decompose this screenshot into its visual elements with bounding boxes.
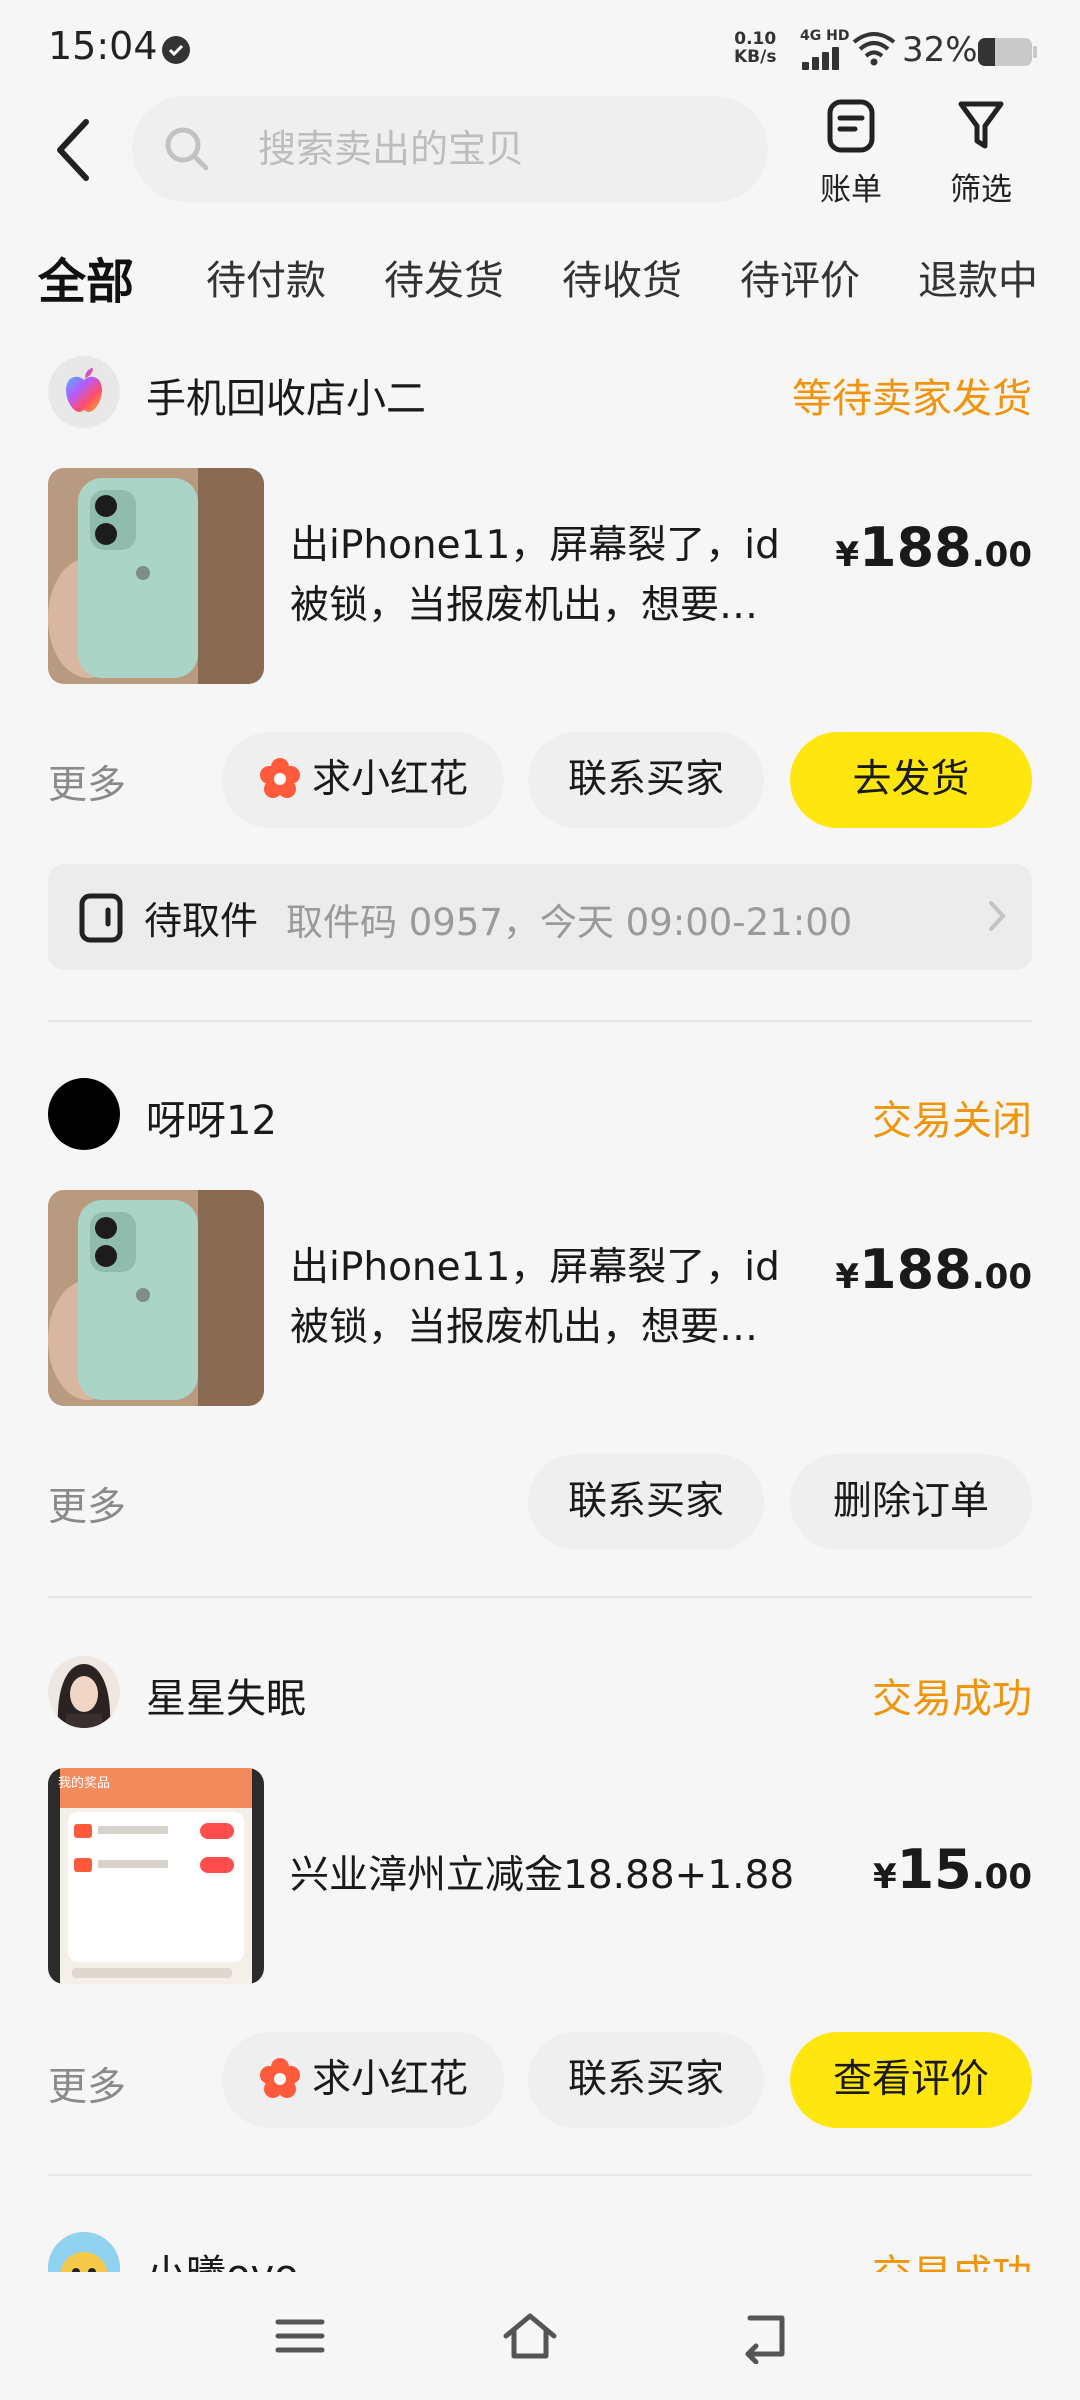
network-speed-unit: KB/s bbox=[734, 47, 777, 67]
price-currency: ¥ bbox=[835, 535, 860, 575]
item-title-line: 出iPhone11，屏幕裂了，id bbox=[290, 1245, 780, 1290]
pickup-bar[interactable]: 待取件 取件码 0957，今天 09:00-21:00 bbox=[48, 864, 1032, 970]
item-thumbnail[interactable] bbox=[48, 468, 264, 684]
battery-icon bbox=[978, 38, 1032, 66]
more-button[interactable]: 更多 bbox=[48, 2056, 126, 2112]
back-arrow-icon bbox=[57, 119, 89, 181]
request-flower-button[interactable]: 求小红花 bbox=[222, 2032, 504, 2128]
bill-button[interactable]: 账单 bbox=[796, 98, 906, 208]
avatar bbox=[48, 1656, 120, 1728]
price-decimal: .00 bbox=[971, 1857, 1032, 1897]
search-bar[interactable] bbox=[132, 96, 768, 202]
back-nav-button[interactable] bbox=[736, 2308, 796, 2365]
flower-icon bbox=[259, 2057, 300, 2098]
wifi-icon bbox=[852, 32, 896, 66]
system-nav-bar bbox=[0, 2272, 1080, 2400]
divider bbox=[48, 1020, 1032, 1022]
contact-buyer-button[interactable]: 联系买家 bbox=[528, 2032, 764, 2128]
network-speed-value: 0.10 bbox=[734, 29, 777, 49]
shop-name: 手机回收店小二 bbox=[146, 376, 426, 422]
signal-icon: 4G HD bbox=[800, 28, 850, 70]
tab-pending-review[interactable]: 待评价 bbox=[740, 248, 860, 306]
filter-icon bbox=[958, 101, 1004, 149]
price-currency: ¥ bbox=[872, 1857, 897, 1897]
item-thumbnail[interactable] bbox=[48, 1190, 264, 1406]
price-integer: 188 bbox=[859, 516, 972, 579]
tab-label: 全部 bbox=[38, 254, 135, 310]
ship-button[interactable]: 去发货 bbox=[790, 732, 1032, 828]
check-badge-icon bbox=[162, 36, 190, 64]
order-status: 交易关闭 bbox=[872, 1098, 1032, 1144]
pickup-info: 取件码 0957，今天 09:00-21:00 bbox=[286, 901, 853, 944]
item-price: ¥188.00 bbox=[835, 516, 1032, 579]
button-label: 求小红花 bbox=[311, 2057, 468, 2102]
shop-row[interactable]: 星星失眠 交易成功 bbox=[48, 1656, 1032, 1732]
order-status: 等待卖家发货 bbox=[792, 376, 1032, 422]
price-currency: ¥ bbox=[835, 1257, 860, 1297]
bill-label: 账单 bbox=[820, 172, 882, 208]
tab-refunding[interactable]: 退款中 bbox=[918, 248, 1038, 306]
item-title[interactable]: 出iPhone11，屏幕裂了，id 被锁，当报废机出，想要… bbox=[290, 516, 810, 636]
flower-icon bbox=[259, 757, 300, 798]
back-nav-icon bbox=[745, 2315, 785, 2365]
shop-name: 呀呀12 bbox=[146, 1098, 277, 1144]
avatar bbox=[48, 1078, 120, 1150]
price-decimal: .00 bbox=[971, 535, 1032, 575]
filter-label: 筛选 bbox=[950, 172, 1012, 208]
item-title-line: 兴业漳州立减金18.88+1.88 bbox=[290, 1853, 795, 1898]
shop-row[interactable]: 呀呀12 交易关闭 bbox=[48, 1078, 1032, 1154]
thumbnail-caption: 我的奖品 bbox=[58, 1776, 111, 1791]
order-status: 交易成功 bbox=[872, 1676, 1032, 1722]
avatar bbox=[48, 356, 120, 428]
price-decimal: .00 bbox=[971, 1257, 1032, 1297]
status-bar: 15:04 0.10 KB/s 4G HD 32% bbox=[0, 0, 1080, 96]
shop-name: 星星失眠 bbox=[146, 1676, 306, 1722]
item-title-line: 被锁，当报废机出，想要… bbox=[290, 583, 759, 628]
contact-buyer-button[interactable]: 联系买家 bbox=[528, 1454, 764, 1550]
tab-all[interactable]: 全部 bbox=[36, 242, 137, 312]
view-review-button[interactable]: 查看评价 bbox=[790, 2032, 1032, 2128]
item-price: ¥188.00 bbox=[835, 1238, 1032, 1301]
tab-pending-shipment[interactable]: 待发货 bbox=[384, 248, 504, 306]
bill-icon bbox=[827, 99, 875, 153]
home-button[interactable] bbox=[500, 2308, 560, 2364]
battery-percentage: 32% bbox=[902, 30, 978, 70]
home-icon bbox=[503, 2313, 557, 2359]
pickup-title: 待取件 bbox=[144, 899, 259, 943]
battery-fill bbox=[978, 38, 996, 66]
menu-button[interactable] bbox=[270, 2308, 330, 2364]
item-price: ¥15.00 bbox=[873, 1838, 1032, 1901]
filter-button[interactable]: 筛选 bbox=[926, 98, 1036, 208]
menu-icon bbox=[275, 2319, 325, 2353]
divider bbox=[48, 1596, 1032, 1598]
request-flower-button[interactable]: 求小红花 bbox=[222, 732, 504, 828]
item-title-line: 被锁，当报废机出，想要… bbox=[290, 1305, 759, 1350]
item-thumbnail[interactable]: 我的奖品 bbox=[48, 1768, 264, 1984]
shop-row[interactable]: 手机回收店小二 等待卖家发货 bbox=[48, 356, 1032, 432]
search-input[interactable] bbox=[258, 96, 738, 202]
signal-label: 4G HD bbox=[800, 28, 850, 44]
more-button[interactable]: 更多 bbox=[48, 754, 126, 810]
price-integer: 15 bbox=[896, 1838, 972, 1901]
button-label: 求小红花 bbox=[311, 757, 468, 802]
status-time: 15:04 bbox=[48, 24, 158, 68]
battery-tip bbox=[1033, 46, 1037, 58]
chevron-right-icon bbox=[989, 901, 1006, 931]
more-button[interactable]: 更多 bbox=[48, 1476, 126, 1532]
item-title[interactable]: 出iPhone11，屏幕裂了，id 被锁，当报废机出，想要… bbox=[290, 1238, 810, 1358]
search-icon bbox=[165, 127, 209, 171]
contact-buyer-button[interactable]: 联系买家 bbox=[528, 732, 764, 828]
order-tabs: 全部 待付款 待发货 待收货 待评价 退款中 bbox=[0, 238, 1080, 318]
tab-pending-payment[interactable]: 待付款 bbox=[206, 248, 326, 306]
back-button[interactable] bbox=[48, 112, 104, 188]
item-title[interactable]: 兴业漳州立减金18.88+1.88 bbox=[290, 1846, 810, 1906]
tab-pending-receipt[interactable]: 待收货 bbox=[562, 248, 682, 306]
item-title-line: 出iPhone11，屏幕裂了，id bbox=[290, 523, 780, 568]
pickup-box-icon bbox=[79, 893, 123, 943]
network-speed: 0.10 KB/s bbox=[734, 30, 776, 66]
divider bbox=[48, 2174, 1032, 2176]
delete-order-button[interactable]: 删除订单 bbox=[790, 1454, 1032, 1550]
price-integer: 188 bbox=[859, 1238, 972, 1301]
